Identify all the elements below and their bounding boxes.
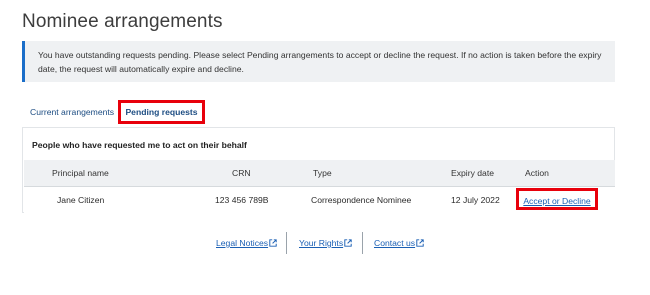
footer-divider [362,232,363,254]
tab-pending-requests[interactable]: Pending requests [118,100,205,124]
crn-cell: 123 456 789B [215,195,269,205]
accept-or-decline-link[interactable]: Accept or Decline [523,196,590,206]
table-header: Principal name CRN Type Expiry date Acti… [24,160,615,187]
type-cell: Correspondence Nominee [311,195,412,205]
requests-panel: People who have requested me to act on t… [22,127,615,213]
external-link-icon [269,239,277,247]
column-header-action: Action [525,168,549,178]
tab-bar: Current arrangements Pending requests [22,100,615,124]
footer-link-legal-notices[interactable]: Legal Notices [216,232,277,254]
footer-link-label: Contact us [374,238,416,248]
footer-link-label: Your Rights [299,238,344,248]
action-highlight: Accept or Decline [516,188,598,210]
footer-divider [286,232,287,254]
notice-text: You have outstanding requests pending. P… [38,50,602,74]
column-header-principal-name: Principal name [52,168,109,178]
external-link-icon [344,239,352,247]
column-header-type: Type [313,168,332,178]
column-header-expiry-date: Expiry date [451,168,494,178]
panel-heading: People who have requested me to act on t… [32,140,247,150]
footer-link-your-rights[interactable]: Your Rights [299,232,352,254]
tab-current-arrangements[interactable]: Current arrangements [30,100,114,124]
footer-link-contact-us[interactable]: Contact us [374,232,424,254]
expiry-date-cell: 12 July 2022 [451,195,500,205]
principal-name-cell: Jane Citizen [57,195,105,205]
footer: Legal Notices Your Rights Contact us [0,232,650,254]
external-link-icon [416,239,424,247]
footer-link-label: Legal Notices [216,238,269,248]
column-header-crn: CRN [232,168,251,178]
pending-notice: You have outstanding requests pending. P… [22,41,615,82]
page-title: Nominee arrangements [22,11,223,32]
